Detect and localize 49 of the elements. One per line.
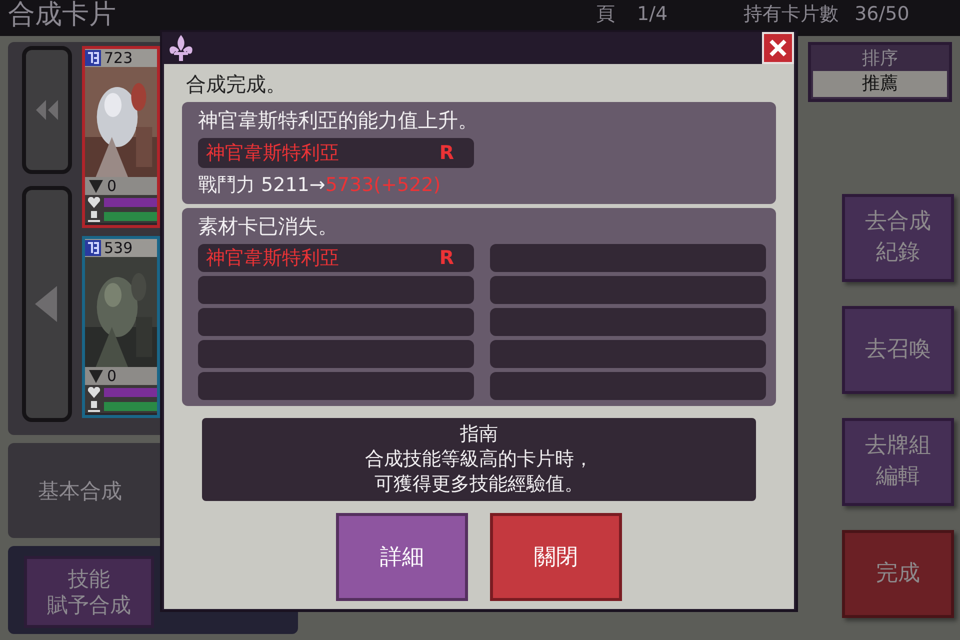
materials-message: 素材卡已消失。 (198, 213, 339, 240)
heart-icon (88, 386, 100, 398)
navigation-button[interactable]: 去合成 紀錄 (842, 194, 954, 282)
heart-icon (88, 196, 100, 208)
close-dialog-button[interactable]: 關閉 (490, 513, 622, 601)
cost-icon (85, 240, 101, 256)
page-label: 頁 (596, 2, 615, 27)
stamina-bar (104, 402, 157, 410)
guide-title: 指南 (460, 422, 498, 447)
sort-dropdown[interactable]: 推薦 (813, 71, 947, 97)
screen-title: 合成卡片 (8, 0, 116, 30)
double-arrow-icon (34, 98, 60, 122)
card-stat-value: 0 (107, 177, 117, 195)
dialog-heading: 合成完成。 (185, 71, 287, 98)
stamina-bar (104, 212, 157, 220)
page-number: 1/4 (637, 2, 668, 27)
guide-text: 合成技能等級高的卡片時， (365, 447, 593, 472)
close-icon (769, 39, 787, 57)
sort-label: 排序 (862, 47, 898, 71)
navigation-button[interactable]: 去牌組 編輯 (842, 418, 954, 506)
guide-text: 可獲得更多技能經驗值。 (374, 472, 584, 497)
figure-icon (88, 400, 100, 412)
details-button[interactable]: 詳細 (336, 513, 468, 601)
previous-page-button[interactable] (22, 186, 72, 422)
card-name: 神官韋斯特利亞 (206, 141, 339, 166)
health-bar (104, 198, 157, 206)
navigation-button[interactable]: 去召喚 (842, 306, 954, 394)
card-cost: 723 (104, 49, 133, 67)
card-cost: 539 (104, 239, 133, 257)
health-bar (104, 388, 157, 396)
owned-cards-count: 36/50 (854, 2, 910, 27)
power-change-text: 戰鬥力 5211→ (198, 173, 326, 198)
card-rarity: R (439, 247, 454, 269)
card-rarity: R (439, 142, 454, 164)
figure-icon (88, 210, 100, 222)
result-message: 神官韋斯特利亞的能力值上升。 (198, 107, 479, 134)
cost-icon (85, 50, 101, 66)
done-button[interactable]: 完成 (842, 530, 954, 618)
close-button[interactable] (762, 32, 794, 64)
first-page-button[interactable] (22, 46, 72, 174)
new-power-value: 5733(+522) (325, 174, 441, 196)
fleur-de-lis-icon (168, 34, 194, 62)
card[interactable]: 539 0 (82, 236, 160, 418)
card-name: 神官韋斯特利亞 (206, 246, 339, 271)
card[interactable]: 723 0 (82, 46, 160, 228)
card-stat-value: 0 (107, 367, 117, 385)
owned-cards-label: 持有卡片數 (744, 2, 839, 27)
left-arrow-icon (35, 286, 59, 322)
mode-tab[interactable]: 技能 賦予合成 (24, 556, 154, 628)
